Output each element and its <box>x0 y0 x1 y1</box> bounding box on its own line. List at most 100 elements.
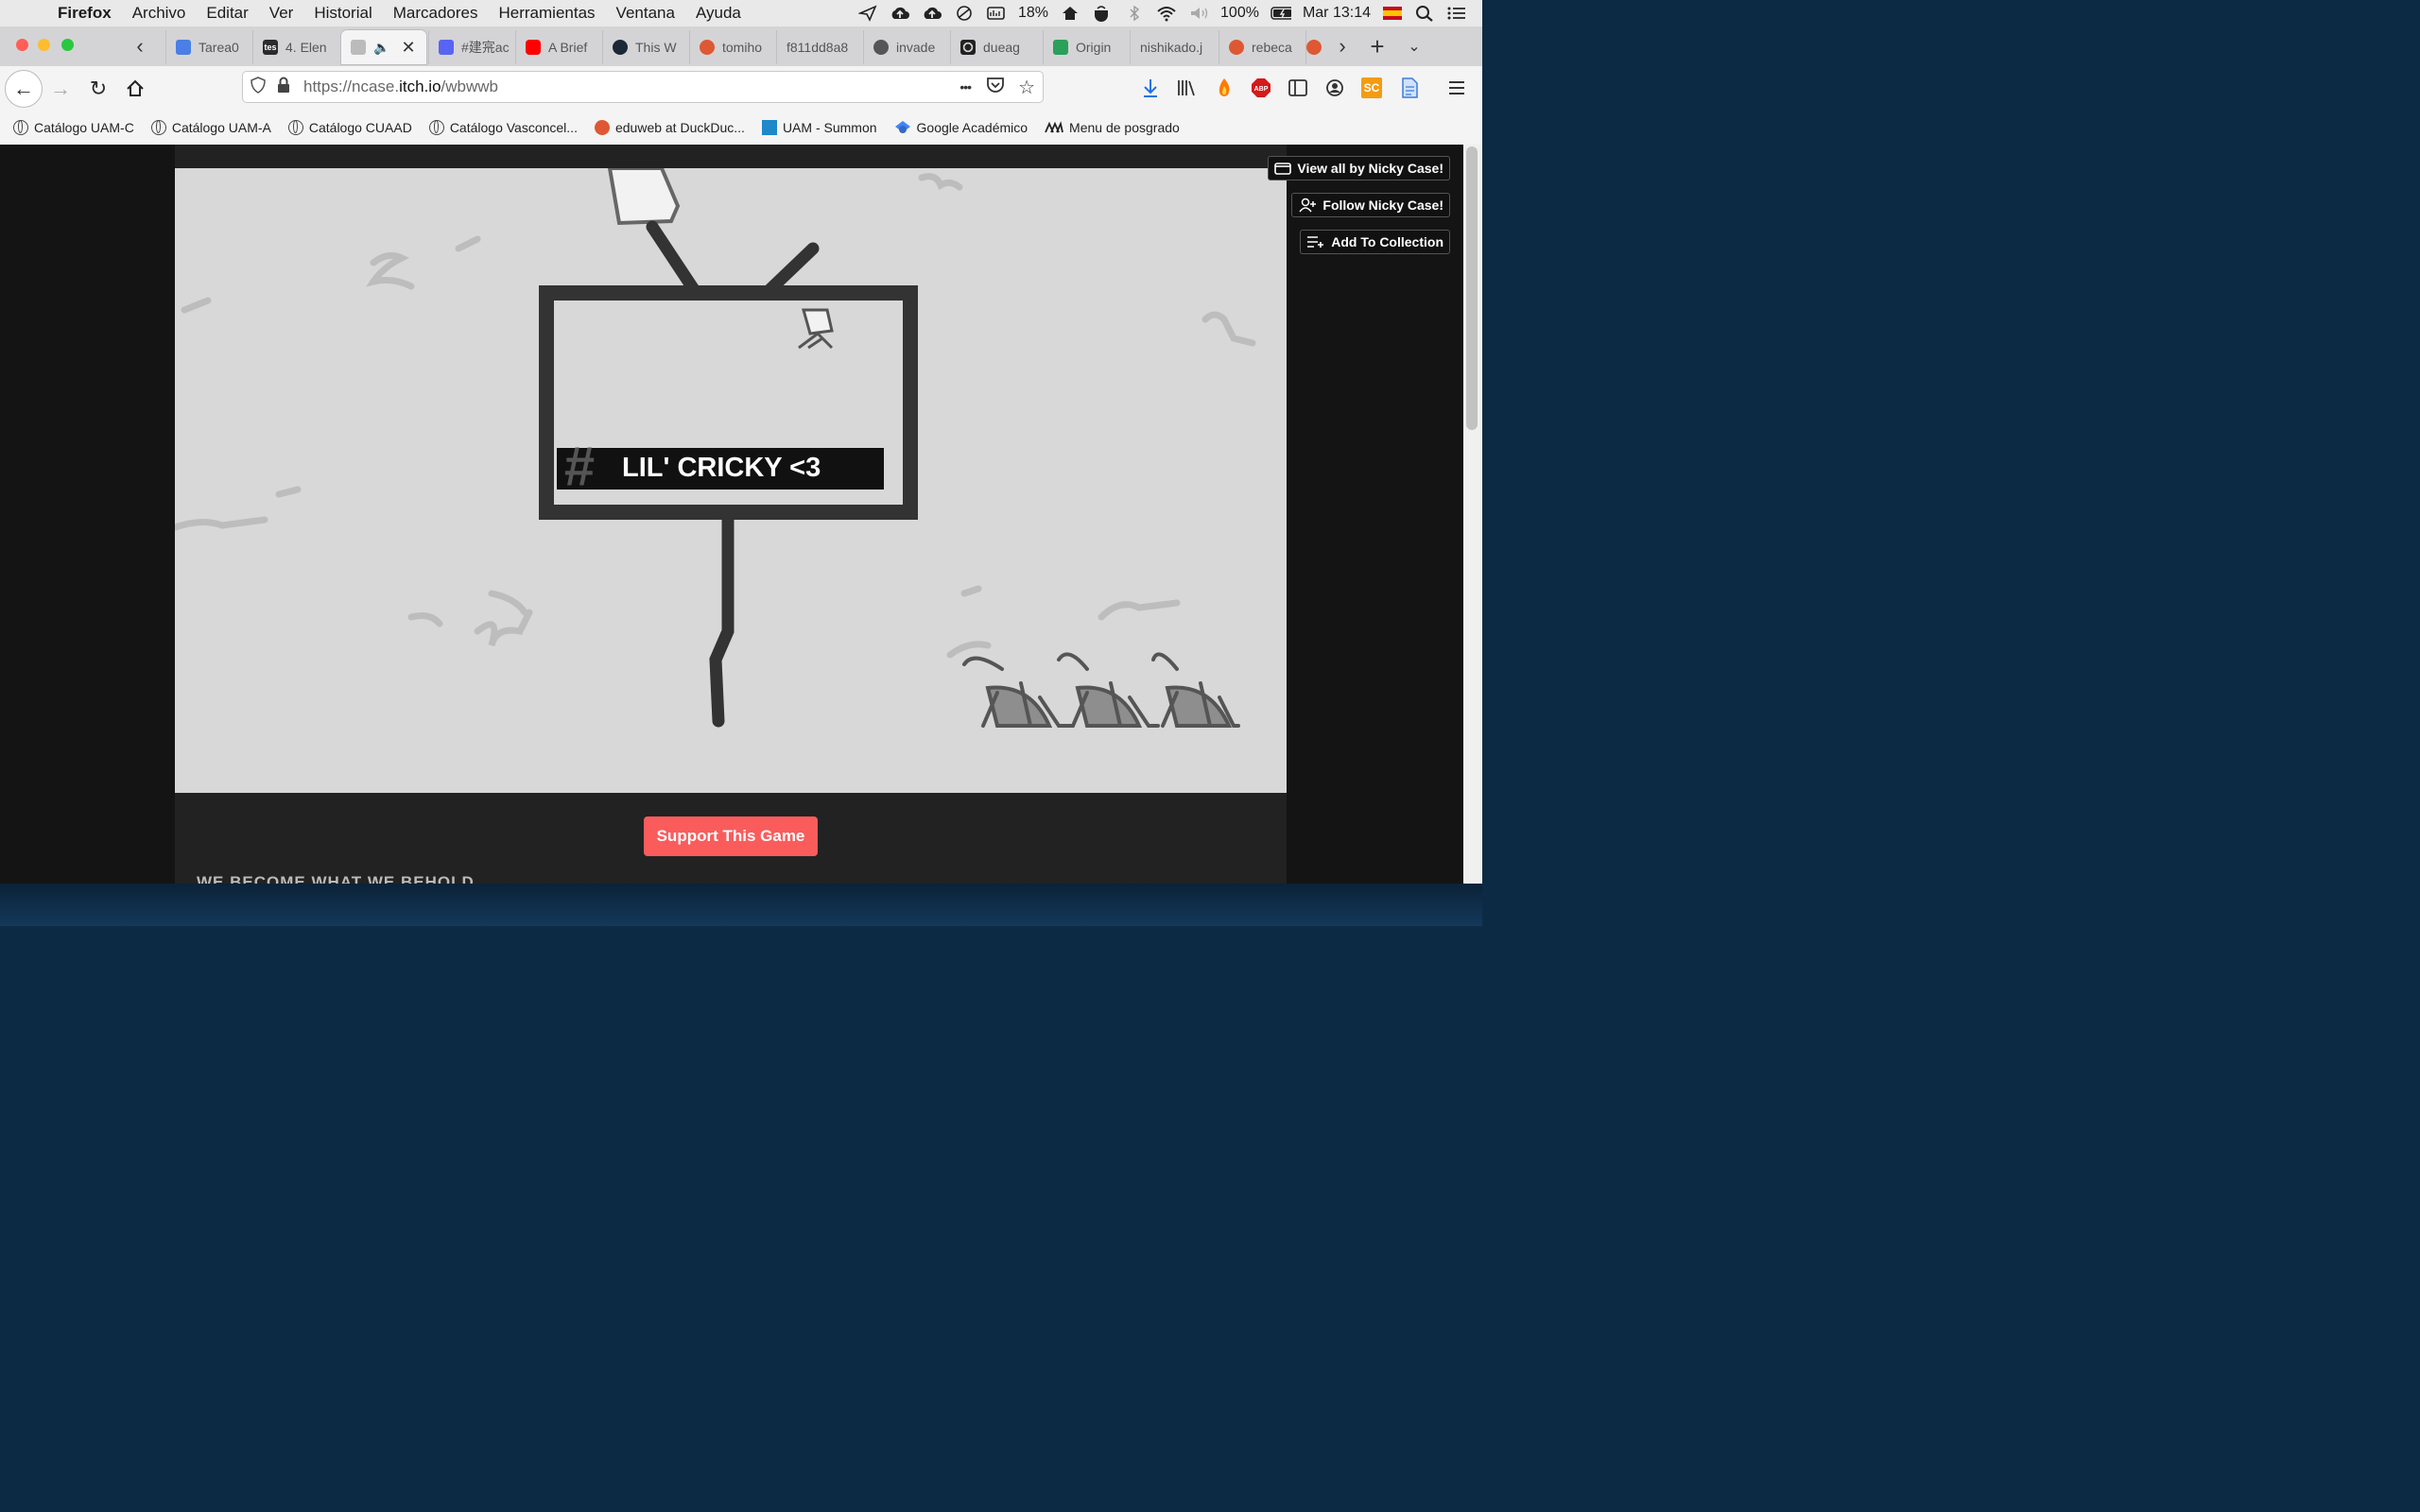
bookmark-uam-summon[interactable]: UAM - Summon <box>761 120 877 135</box>
bookmark-catalogo-uam-c[interactable]: Catálogo UAM-C <box>13 120 134 135</box>
game-title-caption: WE BECOME WHAT WE BEHOLD <box>197 873 475 884</box>
url-text[interactable]: https://ncase.itch.io/wbwwb <box>303 77 498 96</box>
scroll-tabs-right-icon[interactable]: › <box>1331 32 1354 60</box>
pocket-icon[interactable] <box>986 77 1005 98</box>
close-tab-icon[interactable]: ✕ <box>401 38 415 58</box>
bookmark-star-icon[interactable]: ☆ <box>1018 76 1035 99</box>
tab-2-active[interactable]: 🔈 ✕ <box>341 30 426 64</box>
duckduckgo-icon <box>1306 40 1322 55</box>
tes-icon: tes <box>263 40 278 55</box>
bookmark-label: Catálogo UAM-A <box>171 120 271 135</box>
notification-center-icon[interactable] <box>1446 5 1467 22</box>
tab-12[interactable]: rebeca <box>1219 30 1305 64</box>
globe-icon <box>287 120 303 135</box>
menu-editar[interactable]: Editar <box>196 4 258 23</box>
audio-playing-icon[interactable]: 🔈 <box>373 40 389 56</box>
follow-button[interactable]: Follow Nicky Case! <box>1291 193 1450 217</box>
tab-1[interactable]: tes 4. Elen <box>252 30 339 64</box>
tab-8[interactable]: invade <box>863 30 950 64</box>
scroll-tabs-left-icon[interactable]: ‹ <box>129 32 151 60</box>
menu-app-name[interactable]: Firefox <box>47 4 122 23</box>
support-this-game-button[interactable]: Support This Game <box>644 816 818 856</box>
volume-icon[interactable] <box>1188 5 1209 22</box>
cloud-sync-icon[interactable] <box>922 5 942 22</box>
bookmark-label: eduweb at DuckDuc... <box>614 120 745 135</box>
uam-icon <box>1045 121 1063 133</box>
url-bar[interactable]: https://ncase.itch.io/wbwwb ••• ☆ <box>242 71 1044 103</box>
add-to-collection-button[interactable]: Add To Collection <box>1300 230 1450 254</box>
page-actions-icon[interactable]: ••• <box>959 79 972 94</box>
forward-button-icon[interactable]: → <box>43 72 78 106</box>
cricket-1 <box>962 656 1075 728</box>
home-upload-icon[interactable] <box>1060 5 1080 22</box>
list-all-tabs-icon[interactable]: ⌄ <box>1402 32 1426 60</box>
library-icon[interactable] <box>1176 77 1197 98</box>
tracking-protection-icon[interactable] <box>251 76 266 98</box>
tab-13-partial[interactable] <box>1305 30 1324 64</box>
scrollbar-thumb[interactable] <box>1466 146 1478 430</box>
bookmark-catalogo-uam-a[interactable]: Catálogo UAM-A <box>150 120 271 135</box>
game-canvas[interactable]: # LIL' CRICKY <3 <box>175 168 1287 793</box>
document-extension-icon[interactable] <box>1399 77 1420 98</box>
menu-marcadores[interactable]: Marcadores <box>383 4 489 23</box>
desktop-wallpaper <box>0 884 1482 926</box>
sc-extension-icon[interactable]: SC <box>1361 77 1382 98</box>
menu-herramientas[interactable]: Herramientas <box>489 4 606 23</box>
menu-ventana[interactable]: Ventana <box>606 4 685 23</box>
downloads-icon[interactable] <box>1140 77 1161 98</box>
globe-icon <box>428 120 444 135</box>
account-icon[interactable] <box>1324 77 1345 98</box>
tab-11[interactable]: nishikado.j <box>1130 30 1219 64</box>
tab-10[interactable]: Origin <box>1043 30 1130 64</box>
bookmark-google-academico[interactable]: Google Académico <box>894 120 1028 135</box>
back-button-icon[interactable]: ← <box>5 70 43 108</box>
cpu-monitor-icon[interactable] <box>986 5 1007 22</box>
minimize-window-icon[interactable] <box>38 39 50 51</box>
dots-icon <box>960 40 976 55</box>
spotlight-search-icon[interactable] <box>1414 5 1435 22</box>
page-scrollbar[interactable] <box>1463 145 1482 884</box>
home-icon[interactable] <box>118 72 152 106</box>
battery-icon[interactable] <box>1270 5 1291 22</box>
view-all-button[interactable]: View all by Nicky Case! <box>1268 156 1450 180</box>
tab-4[interactable]: A Brief <box>515 30 602 64</box>
coffee-icon[interactable] <box>1092 5 1113 22</box>
docs-icon <box>176 40 191 55</box>
tab-5[interactable]: This W <box>602 30 689 64</box>
menu-historial[interactable]: Historial <box>303 4 382 23</box>
bookmark-label: Menu de posgrado <box>1069 120 1180 135</box>
tab-7[interactable]: f811dd8a8 <box>776 30 863 64</box>
clock[interactable]: Mar 13:14 <box>1303 5 1371 22</box>
close-window-icon[interactable] <box>16 39 28 51</box>
globe-icon <box>150 120 166 135</box>
wifi-icon[interactable] <box>1156 5 1177 22</box>
add-to-collection-label: Add To Collection <box>1331 234 1443 249</box>
hamburger-menu-icon[interactable] <box>1446 77 1467 98</box>
summon-icon <box>761 120 777 135</box>
tab-3[interactable]: #建宺ac <box>428 30 515 64</box>
adblock-plus-icon[interactable]: ABP <box>1251 77 1271 98</box>
tab-9[interactable]: dueag <box>950 30 1043 64</box>
menu-archivo[interactable]: Archivo <box>122 4 197 23</box>
bookmark-catalogo-cuaad[interactable]: Catálogo CUAAD <box>287 120 412 135</box>
bookmark-label: Catálogo Vasconcel... <box>449 120 578 135</box>
menu-ver[interactable]: Ver <box>259 4 304 23</box>
tab-6[interactable]: tomiho <box>689 30 776 64</box>
lock-icon[interactable] <box>277 77 290 98</box>
menu-ayuda[interactable]: Ayuda <box>685 4 752 23</box>
reload-icon[interactable]: ↻ <box>81 72 115 106</box>
bluetooth-icon[interactable] <box>1124 5 1145 22</box>
bookmark-label: Catálogo CUAAD <box>308 120 412 135</box>
bookmark-menu-posgrado[interactable]: Menu de posgrado <box>1045 120 1180 135</box>
sidebar-icon[interactable] <box>1288 77 1308 98</box>
cloud-upload-icon[interactable] <box>890 5 910 22</box>
do-not-disturb-icon[interactable] <box>954 5 975 22</box>
send-icon[interactable] <box>857 5 878 22</box>
flag-spain-icon[interactable] <box>1382 5 1403 22</box>
tab-0[interactable]: Tarea0 <box>165 30 252 64</box>
bookmark-catalogo-vasconcelos[interactable]: Catálogo Vasconcel... <box>428 120 578 135</box>
maximize-window-icon[interactable] <box>61 39 74 51</box>
bookmark-eduweb[interactable]: eduweb at DuckDuc... <box>594 120 745 135</box>
fire-extension-icon[interactable] <box>1214 77 1235 98</box>
new-tab-icon[interactable]: + <box>1364 32 1391 60</box>
